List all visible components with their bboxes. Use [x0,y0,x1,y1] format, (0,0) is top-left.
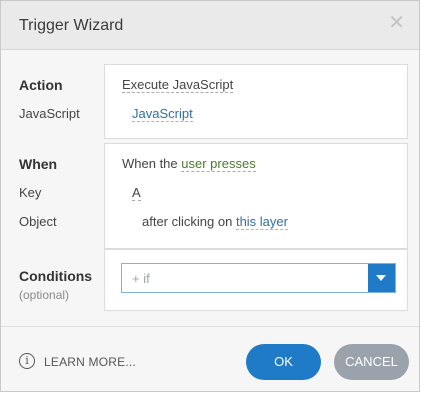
when-event-link[interactable]: user presses [181,156,256,172]
close-icon[interactable]: ✕ [388,13,405,33]
info-icon[interactable]: i [19,353,35,369]
conditions-select-value: + if [132,271,150,286]
object-label: Object [19,214,57,229]
conditions-section: Conditions (optional) + if [1,249,419,323]
dialog-titlebar: Trigger Wizard ✕ [1,1,419,50]
when-row: When the user presses [122,156,256,172]
learn-more-link[interactable]: LEARN MORE... [44,355,136,369]
javascript-label: JavaScript [19,106,80,121]
key-value-link[interactable]: A [132,185,141,201]
action-section: Action JavaScript Execute JavaScript Jav… [1,49,419,139]
javascript-link[interactable]: JavaScript [132,106,193,122]
conditions-select[interactable]: + if [121,263,396,293]
key-label: Key [19,185,42,200]
chevron-down-icon[interactable] [368,264,395,292]
conditions-panel: + if [104,249,408,311]
when-section: When Key Object When the user presses A … [1,141,419,249]
dialog-footer: i LEARN MORE... OK CANCEL [1,326,419,394]
when-panel: When the user presses A after clicking o… [104,143,408,249]
cancel-button[interactable]: CANCEL [334,344,409,380]
conditions-label: Conditions [19,268,93,284]
ok-button[interactable]: OK [246,344,321,380]
trigger-wizard-dialog: Trigger Wizard ✕ Action JavaScript Execu… [0,0,420,392]
action-panel: Execute JavaScript JavaScript [104,64,408,139]
object-row: after clicking on this layer [142,214,288,230]
when-prefix: When the [122,156,178,171]
when-label: When [19,156,58,172]
object-prefix: after clicking on [142,214,233,229]
dialog-title: Trigger Wizard [19,17,124,34]
conditions-optional-label: (optional) [19,288,70,302]
action-label: Action [19,77,63,93]
object-link[interactable]: this layer [235,214,288,230]
action-value-link[interactable]: Execute JavaScript [122,77,234,93]
